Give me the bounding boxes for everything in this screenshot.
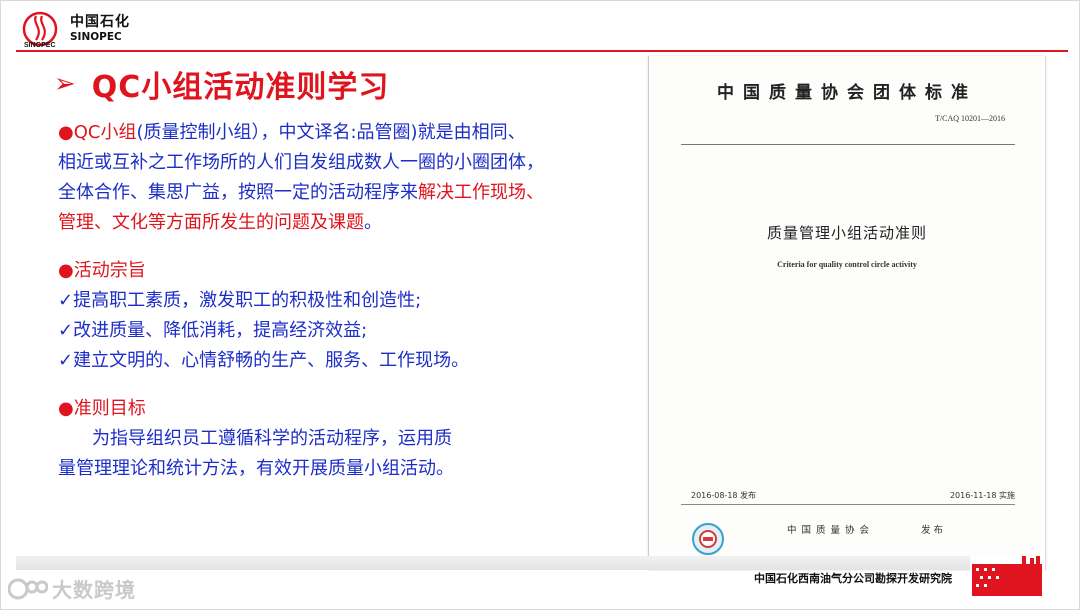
purpose-bullet: ● [58,260,74,281]
purpose-heading: 活动宗旨 [73,260,146,281]
goal-line1: 为指导组织员工遵循科学的活动程序，运用质 [92,428,452,449]
intro-line4-end: 。 [364,212,382,233]
doc-organization: 中国质量协会团体标准 [717,83,977,103]
intro-paragraph: ●QC小组(质量控制小组），中文译名:品管圈)就是由相同、 相近或互补之工作场所… [58,118,628,238]
brand-name-cn: 中国石化 [70,14,130,30]
title-arrow-icon: ➢ [54,69,76,99]
doc-standard-code: T/CAQ 10201—2016 [935,114,1005,123]
footer-institute: 中国石化西南油气分公司勘探开发研究院 [754,572,952,585]
purpose-section: ●活动宗旨 ✓提高职工素质，激发职工的积极性和创造性; ✓改进质量、降低消耗，提… [58,256,628,376]
qc-term: QC小组 [73,122,137,143]
doc-issue-word: 发布 [921,525,947,536]
slide-title: ➢ QC小组活动准则学习 [54,64,390,105]
footer-band [16,556,970,570]
doc-divider [681,144,1015,145]
doc-title-cn: 质量管理小组活动准则 [766,224,927,242]
watermark-text: 大数跨境 [52,578,136,602]
caq-seal-icon [692,523,724,555]
doc-effective-date: 2016-11-18 实施 [949,491,1015,500]
svg-text:SINOPEC: SINOPEC [24,42,56,48]
slide-body: ●QC小组(质量控制小组），中文译名:品管圈)就是由相同、 相近或互补之工作场所… [58,118,628,484]
intro-line3: 全体合作、集思广益，按照一定的活动程序来 [58,182,418,203]
intro-line1: (质量控制小组），中文译名:品管圈)就是由相同、 [136,122,526,143]
doc-release-date: 2016-08-18 发布 [691,491,757,500]
doc-bottom-divider [681,504,1015,505]
brand-block: 中国石化 SINOPEC [70,14,130,44]
brand-name-en: SINOPEC [70,31,122,43]
sinopec-logo-icon: SINOPEC [22,11,58,48]
purpose-item: ✓提高职工素质，激发职工的积极性和创造性; [58,290,422,311]
intro-line4-highlight: 管理、文化等方面所发生的问题及课题 [58,212,364,233]
watermark: 大数跨境 [8,574,136,603]
header-divider [16,50,1068,52]
goal-heading: 准则目标 [73,398,146,419]
intro-line2: 相近或互补之工作场所的人们自发组成数人一圈的小圈团体， [58,152,544,173]
intro-bullet: ● [58,122,74,143]
goal-line2: 量管理理论和统计方法，有效开展质量小组活动。 [58,458,454,479]
standard-document-image: 中国质量协会团体标准 T/CAQ 10201—2016 质量管理小组活动准则 C… [648,56,1046,570]
intro-line3-highlight: 解决工作现场、 [418,182,544,203]
watermark-logo-icon [8,578,48,599]
purpose-item: ✓改进质量、降低消耗，提高经济效益; [58,320,368,341]
purpose-item: ✓建立文明的、心情舒畅的生产、服务、工作现场。 [58,350,470,371]
doc-issuer: 中国质量协会 [787,525,875,536]
doc-title-en: Criteria for quality control circle acti… [777,260,917,269]
goal-section: ●准则目标 为指导组织员工遵循科学的活动程序，运用质 量管理理论和统计方法，有效… [58,394,628,484]
title-text: QC小组活动准则学习 [91,70,390,105]
footer-red-pattern-icon [972,556,1042,596]
goal-bullet: ● [58,398,74,419]
